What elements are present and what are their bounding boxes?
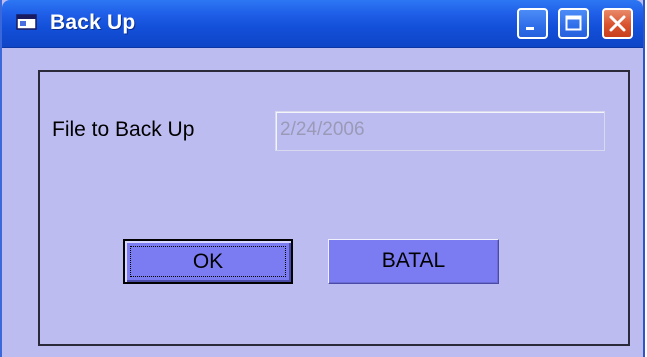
ok-button[interactable]: OK: [123, 239, 293, 284]
file-to-backup-label: File to Back Up: [52, 118, 195, 141]
ok-button-label: OK: [192, 250, 224, 273]
app-window-icon: [16, 13, 38, 31]
batal-button-label: BATAL: [381, 249, 446, 272]
close-button[interactable]: [602, 8, 633, 39]
file-to-backup-field[interactable]: 2/24/2006: [275, 111, 605, 151]
batal-button[interactable]: BATAL: [328, 239, 499, 284]
minimize-button[interactable]: [517, 8, 548, 39]
window-title: Back Up: [50, 11, 136, 34]
title-bar[interactable]: Back Up: [2, 0, 643, 48]
maximize-button[interactable]: [558, 8, 589, 39]
backup-dialog: Back Up File to Back Up 2/24/2006 OK BAT…: [0, 0, 645, 357]
